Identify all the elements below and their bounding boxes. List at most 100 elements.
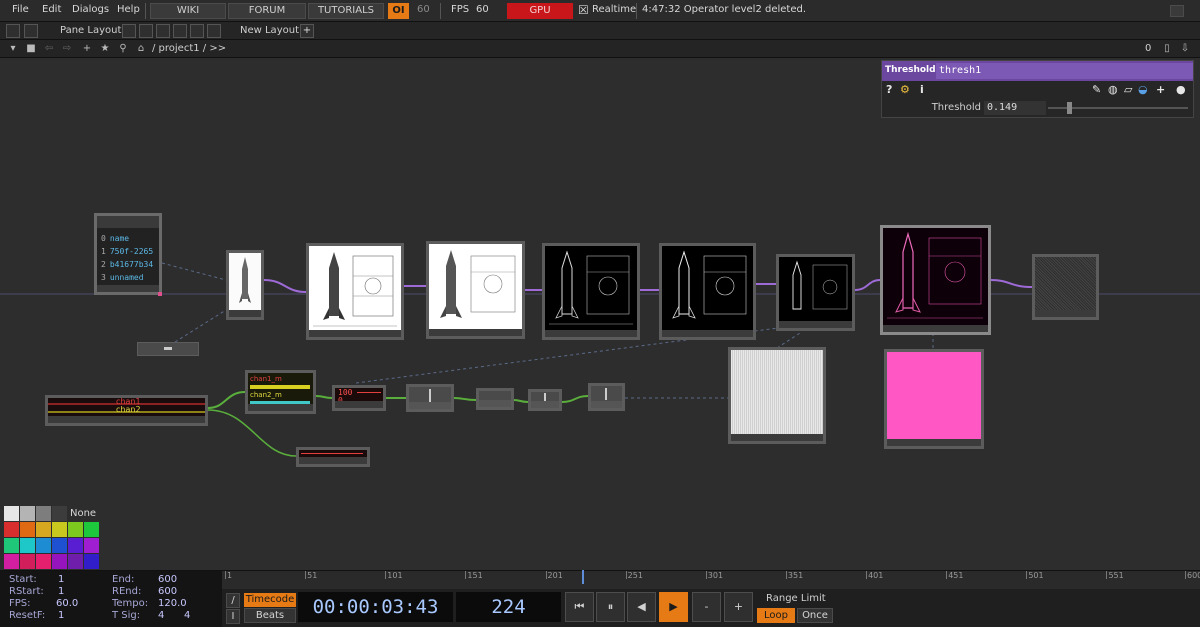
timecode-toggle[interactable]: Timecode [244,593,296,607]
realtime-checkbox[interactable]: ☒ [578,3,589,17]
color-swatch[interactable] [68,522,83,537]
movie-in-top-node[interactable] [226,250,264,320]
palette-none-label[interactable]: None [70,508,96,519]
timecode-display[interactable]: 00:00:03:43 [298,592,453,622]
network-editor[interactable]: 0name 1750f-2265 2b41677b34 3unnamed [0,58,1200,570]
back-icon[interactable]: ⇦ [42,42,56,56]
docs-icon[interactable]: ▱ [1124,83,1132,96]
color-swatch[interactable] [84,554,99,569]
beats-toggle[interactable]: Beats [244,608,296,623]
python-help-icon[interactable]: ◒ [1138,83,1148,96]
color-swatch[interactable] [4,554,19,569]
lag-chop-node[interactable] [406,384,454,412]
color-swatch[interactable] [4,538,19,553]
step-plus-button[interactable]: + [724,592,753,622]
thresh-top-node[interactable] [776,254,855,331]
window-toggle-icon[interactable] [1170,5,1184,17]
edge2-top-node[interactable] [659,243,756,340]
end-value[interactable]: 600 [158,574,177,585]
blur-top-node[interactable] [426,241,525,339]
breadcrumb[interactable]: / project1 / >> [152,43,226,54]
menu-help[interactable]: Help [117,4,140,15]
color-swatch[interactable] [52,554,67,569]
play-button[interactable]: ▶ [659,592,688,622]
help-icon[interactable]: ? [886,83,892,96]
search-icon[interactable]: ⚲ [116,42,130,56]
timeline-ruler[interactable]: 1 51 101 151 201 251 301 351 401 451 501 551 600 [222,571,1200,589]
tsig-denominator[interactable]: 4 [184,610,190,621]
once-toggle[interactable]: Once [797,608,833,623]
layout-custom-icon[interactable] [207,24,221,38]
step-minus-button[interactable]: - [692,592,721,622]
color-swatch[interactable] [36,522,51,537]
tsig-numerator[interactable]: 4 [158,610,164,621]
table-dat-node[interactable]: 0 name 1 750f-2265 2 b41677b34 3 unnamed [94,213,162,295]
filter-chop-node[interactable] [476,388,514,410]
add-layout-button[interactable]: + [300,24,314,38]
audio-chop-node[interactable] [296,447,370,467]
wiki-button[interactable]: WIKI [150,3,226,19]
color-swatch[interactable] [68,538,83,553]
new-layout-button[interactable]: New Layout [240,25,299,36]
select-chop-node[interactable]: chan1_m chan2_m [245,370,316,414]
layout-split-icon[interactable] [139,24,153,38]
tempo-value[interactable]: 120.0 [158,598,187,609]
rend-value[interactable]: 600 [158,586,177,597]
record-icon[interactable]: ● [1176,83,1186,96]
menu-dialogs[interactable]: Dialogs [72,4,109,15]
null-chop-node[interactable] [588,383,625,411]
operator-name-field[interactable]: thresh1 [936,63,1193,79]
layout-quad-icon[interactable] [173,24,187,38]
composite-node[interactable] [880,225,991,335]
rewind-button[interactable]: ⏮ [565,592,594,622]
info-icon[interactable]: i [920,83,924,96]
gpu-indicator[interactable]: GPU [507,3,573,19]
color-swatch[interactable] [4,522,19,537]
start-value[interactable]: 1 [58,574,64,585]
limit-chop-node[interactable] [528,389,562,411]
tutorials-button[interactable]: TUTORIALS [308,3,384,19]
download-icon[interactable]: ⇩ [1178,42,1192,56]
menu-edit[interactable]: Edit [42,4,61,15]
step-back-button[interactable]: ◀ [627,592,656,622]
noise-out-node[interactable] [1032,254,1099,320]
forward-icon[interactable]: ⇨ [60,42,74,56]
pane-split-icon[interactable]: ▯ [1160,42,1174,56]
menu-file[interactable]: File [12,4,29,15]
home-icon[interactable]: ⌂ [134,42,148,56]
layout-triple-icon[interactable] [190,24,204,38]
color-swatch[interactable] [84,522,99,537]
edit-icon[interactable]: ✎ [1092,83,1101,96]
trail-chop-node[interactable]: chan1 chan2 [45,395,208,426]
loop-toggle[interactable]: Loop [757,608,795,623]
color-swatch[interactable] [20,554,35,569]
image-icon[interactable] [6,24,20,38]
forum-button[interactable]: FORUM [228,3,306,19]
oi-badge[interactable]: OI [388,3,409,19]
color-swatch[interactable] [4,506,19,521]
constant-pink-node[interactable] [884,349,984,449]
color-swatch[interactable] [20,522,35,537]
layout-split-v-icon[interactable] [156,24,170,38]
threshold-value-field[interactable]: 0.149 [984,101,1046,115]
noise-node[interactable] [728,347,826,444]
color-swatch[interactable] [20,506,35,521]
color-swatch[interactable] [36,506,51,521]
rstart-value[interactable]: 1 [58,586,64,597]
color-swatch[interactable] [36,554,51,569]
dropdown-icon[interactable]: ▾ [6,42,20,56]
color-swatch[interactable] [52,506,67,521]
level-top-node[interactable] [306,243,404,340]
color-swatch[interactable] [20,538,35,553]
color-swatch[interactable] [36,538,51,553]
python-icon[interactable]: ⚙ [900,83,910,96]
layout-single-icon[interactable] [122,24,136,38]
color-swatch[interactable] [52,522,67,537]
timeline-slash-button[interactable]: / [226,593,240,608]
edge-top-node[interactable] [542,243,640,340]
resetf-value[interactable]: 1 [58,610,64,621]
comment-icon[interactable]: ◍ [1108,83,1118,96]
timeline-bar-button[interactable]: I [226,609,240,624]
button-node[interactable] [137,342,199,356]
color-swatch[interactable] [68,554,83,569]
